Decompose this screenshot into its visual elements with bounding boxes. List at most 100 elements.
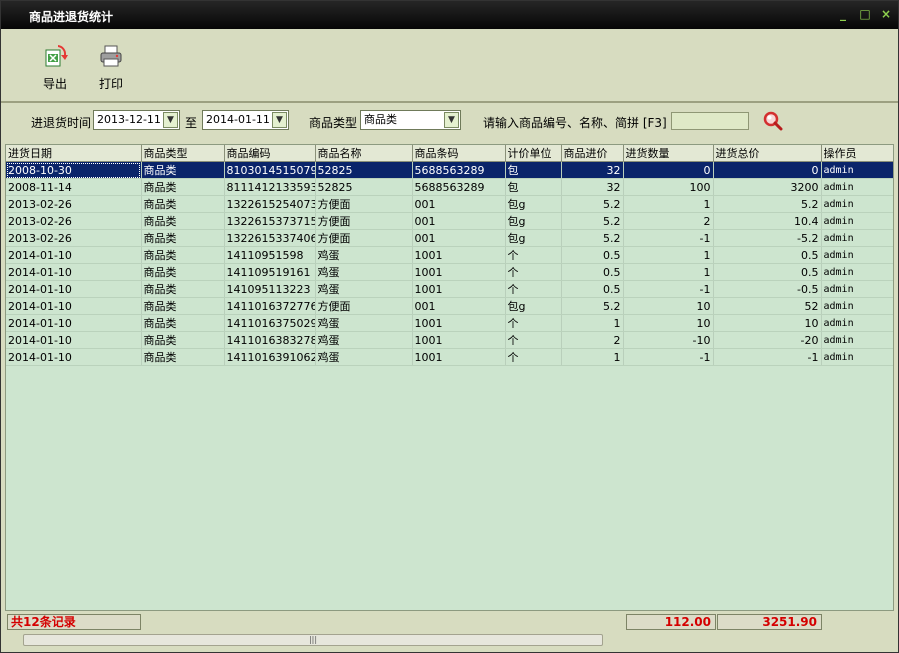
table-cell: 32: [561, 161, 624, 179]
search-icon[interactable]: [762, 110, 784, 132]
table-cell: 5.2: [561, 212, 624, 230]
table-cell: 52: [713, 297, 822, 315]
table-cell: 2014-01-10: [6, 263, 142, 281]
table-row[interactable]: 2008-10-30 商品类 81030145150796 52825 56885632…: [6, 161, 893, 179]
table-cell: 商品类: [141, 212, 225, 230]
table-cell: 方便面: [315, 229, 413, 247]
table-cell: 13226152540734: [224, 195, 316, 213]
category-select[interactable]: 商品类 ▼: [360, 110, 461, 130]
table-cell: 14110163727765: [224, 297, 316, 315]
column-header[interactable]: 进货总价: [713, 145, 822, 162]
table-cell: 81030145150796: [224, 161, 316, 179]
minimize-button[interactable]: _: [836, 7, 850, 21]
close-button[interactable]: ×: [879, 7, 893, 21]
table-cell: 2: [623, 212, 714, 230]
table-cell: 包g: [505, 229, 562, 247]
table-row[interactable]: 2014-01-10 商品类 141095113223 鸡蛋 1001 个 0.5 -1 -0.…: [6, 280, 893, 298]
chevron-down-icon[interactable]: ▼: [444, 112, 459, 128]
table-cell: 2014-01-10: [6, 348, 142, 366]
table-cell: admin: [821, 348, 893, 366]
table-cell: 1001: [412, 263, 506, 281]
table-cell: 个: [505, 314, 562, 332]
table-cell: 0.5: [713, 246, 822, 264]
chevron-down-icon[interactable]: ▼: [163, 112, 178, 128]
table-cell: 100: [623, 178, 714, 196]
date-from-value: 2013-12-11: [97, 113, 161, 126]
table-cell: 14110163910625: [224, 348, 316, 366]
table-cell: admin: [821, 212, 893, 230]
chevron-down-icon[interactable]: ▼: [272, 112, 287, 128]
table-row[interactable]: 2013-02-26 商品类 13226153374062 方便面 001 包g 5.2 -1…: [6, 229, 893, 247]
table-cell: 13226153374062: [224, 229, 316, 247]
table-cell: 鸡蛋: [315, 348, 413, 366]
table-cell: 3200: [713, 178, 822, 196]
table-cell: 鸡蛋: [315, 246, 413, 264]
table-cell: 2013-02-26: [6, 229, 142, 247]
table-cell: 14110163750296: [224, 314, 316, 332]
scrollbar-thumb[interactable]: |||: [23, 634, 603, 646]
column-header[interactable]: 操作员: [821, 145, 893, 162]
column-header[interactable]: 商品名称: [315, 145, 413, 162]
table-row[interactable]: 2014-01-10 商品类 14110163832781 鸡蛋 1001 个 2 -10 -2…: [6, 331, 893, 349]
table-cell: -1: [713, 348, 822, 366]
table-cell: 5688563289: [412, 161, 506, 179]
print-button[interactable]: 打印: [91, 43, 131, 92]
horizontal-scrollbar[interactable]: |||: [5, 633, 894, 649]
table-row[interactable]: 2013-02-26 商品类 1322615373715 方便面 001 包g 5.2 2 10…: [6, 212, 893, 230]
search-input[interactable]: [671, 112, 749, 130]
table-cell: -1: [623, 280, 714, 298]
table-cell: 5688563289: [412, 178, 506, 196]
table-cell: 2013-02-26: [6, 212, 142, 230]
table-cell: 0.5: [713, 263, 822, 281]
data-grid[interactable]: 进货日期 商品类型 商品编码 商品名称 商品条码 计价单位 商品进价 进货数量 进货总价 操作员 …: [5, 144, 894, 611]
table-cell: admin: [821, 263, 893, 281]
column-header[interactable]: 计价单位: [505, 145, 562, 162]
total-quantity: 112.00: [626, 614, 716, 630]
column-header[interactable]: 商品编码: [224, 145, 316, 162]
table-row[interactable]: 2014-01-10 商品类 14110951598 鸡蛋 1001 个 0.5 1 0.5 ad…: [6, 246, 893, 264]
column-header[interactable]: 商品类型: [141, 145, 225, 162]
table-row[interactable]: 2014-01-10 商品类 141109519161 鸡蛋 1001 个 0.5 1 0.5 a…: [6, 263, 893, 281]
table-cell: 1001: [412, 348, 506, 366]
app-window: 商品进退货统计 _ □ × 导出 打印 进退货时间 2013-12-11 ▼ 至…: [0, 0, 899, 653]
title-bar: 商品进退货统计 _ □ ×: [1, 1, 898, 29]
table-cell: 2013-02-26: [6, 195, 142, 213]
table-cell: 2014-01-10: [6, 297, 142, 315]
table-cell: 1001: [412, 246, 506, 264]
table-cell: 方便面: [315, 297, 413, 315]
export-button[interactable]: 导出: [35, 43, 75, 92]
table-cell: 2: [561, 331, 624, 349]
table-cell: 1: [561, 314, 624, 332]
table-row[interactable]: 2014-01-10 商品类 14110163727765 方便面 001 包g 5.2 10…: [6, 297, 893, 315]
column-header[interactable]: 进货日期: [6, 145, 142, 162]
table-cell: 个: [505, 280, 562, 298]
table-row[interactable]: 2013-02-26 商品类 13226152540734 方便面 001 包g 5.2 1 5…: [6, 195, 893, 213]
table-cell: 0.5: [561, 280, 624, 298]
table-row[interactable]: 2008-11-14 商品类 81114121335937 52825 56885632…: [6, 178, 893, 196]
table-cell: 14110163832781: [224, 331, 316, 349]
table-cell: 0: [623, 161, 714, 179]
table-cell: admin: [821, 178, 893, 196]
column-header[interactable]: 进货数量: [623, 145, 714, 162]
table-cell: 个: [505, 246, 562, 264]
table-cell: 包g: [505, 195, 562, 213]
date-from-picker[interactable]: 2013-12-11 ▼: [93, 110, 180, 130]
table-row[interactable]: 2014-01-10 商品类 14110163910625 鸡蛋 1001 个 1 -1 -1 a…: [6, 348, 893, 366]
table-cell: 1322615373715: [224, 212, 316, 230]
column-header[interactable]: 商品条码: [412, 145, 506, 162]
export-label: 导出: [42, 77, 67, 91]
table-cell: -10: [623, 331, 714, 349]
table-cell: 14110951598: [224, 246, 316, 264]
date-to-value: 2014-01-11: [206, 113, 270, 126]
date-to-picker[interactable]: 2014-01-11 ▼: [202, 110, 289, 130]
table-cell: 商品类: [141, 297, 225, 315]
column-header[interactable]: 商品进价: [561, 145, 624, 162]
table-row[interactable]: 2014-01-10 商品类 14110163750296 鸡蛋 1001 个 1 10 10 a…: [6, 314, 893, 332]
toolbar: 导出 打印: [1, 29, 898, 103]
table-cell: 001: [412, 212, 506, 230]
table-cell: 2014-01-10: [6, 246, 142, 264]
maximize-button[interactable]: □: [858, 7, 872, 21]
table-body: 2008-10-30 商品类 81030145150796 52825 56885632…: [6, 161, 893, 366]
table-cell: 2014-01-10: [6, 331, 142, 349]
table-cell: 个: [505, 348, 562, 366]
